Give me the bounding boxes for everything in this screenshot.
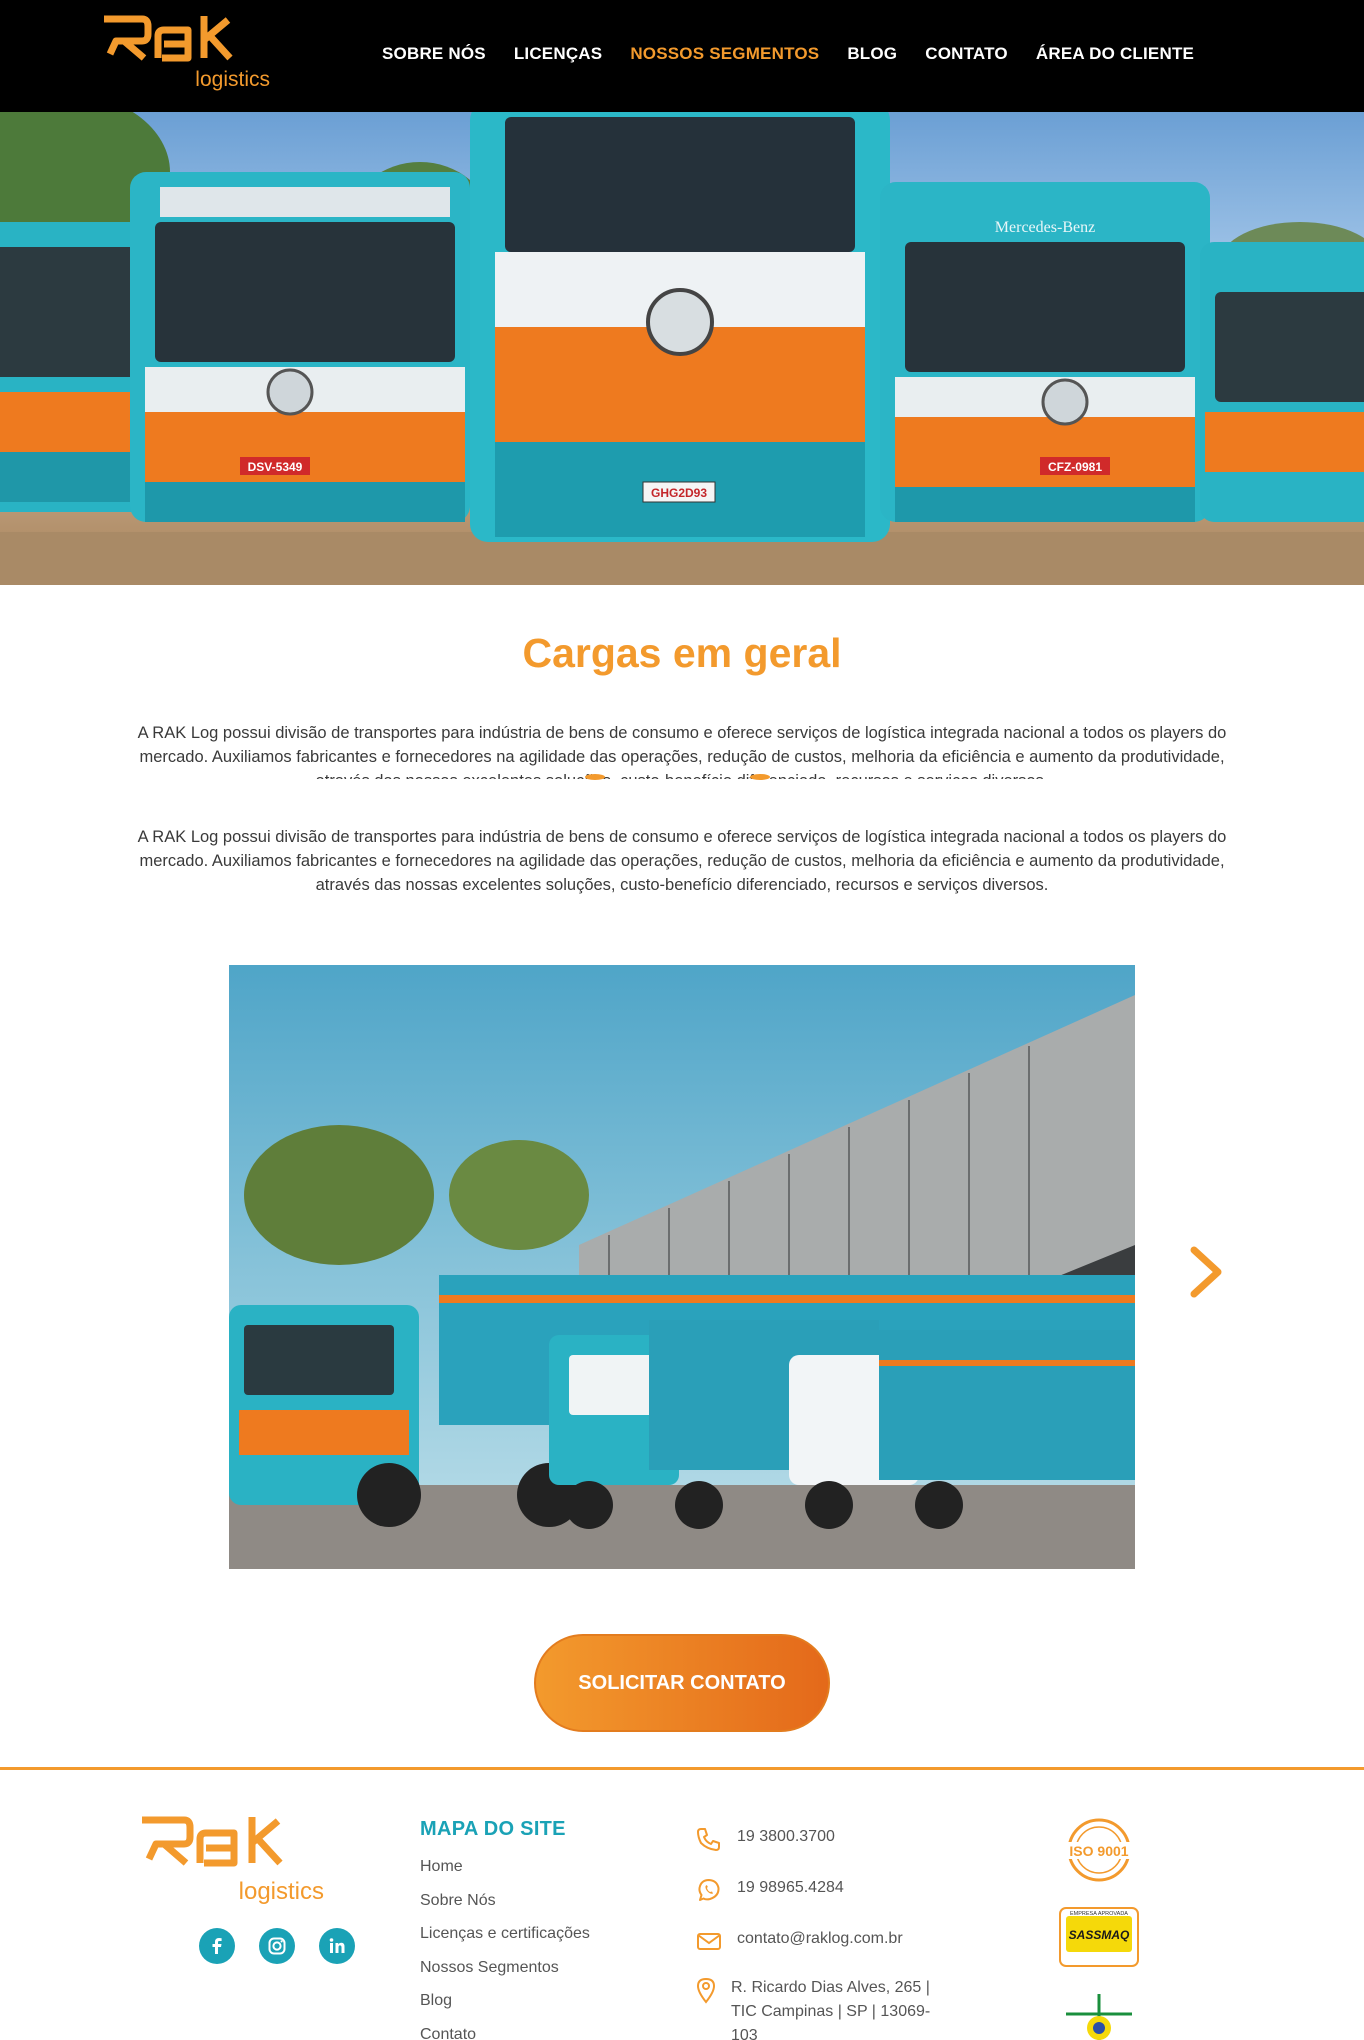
sitemap-link-contato[interactable]: Contato: [420, 2026, 476, 2040]
sassmaq-badge-text: SASSMAQ: [1069, 1928, 1130, 1942]
contact-email[interactable]: contato@raklog.com.br: [695, 1927, 903, 1955]
sitemap-list: Home Sobre Nós Licenças e certificações …: [420, 1855, 590, 2040]
location-pin-icon: [696, 1977, 716, 2004]
nav-sobre-nos[interactable]: SOBRE NÓS: [382, 44, 486, 64]
gallery-image: [229, 965, 1135, 1569]
address-text: R. Ricardo Dias Alves, 265 | TIC Campina…: [731, 1979, 931, 2040]
plate-2: GHG2D93: [651, 486, 707, 500]
iso-badge-text: ISO 9001: [1069, 1843, 1128, 1859]
sitemap-link-licencas[interactable]: Licenças e certificações: [420, 1925, 590, 1942]
footer-logo-sub-text: logistics: [239, 1878, 324, 1905]
email-icon: [697, 1933, 721, 1950]
main-nav: SOBRE NÓS LICENÇAS NOSSOS SEGMENTOS BLOG…: [382, 44, 1222, 64]
sitemap-link-segmentos[interactable]: Nossos Segmentos: [420, 1959, 559, 1976]
nav-nossos-segmentos[interactable]: NOSSOS SEGMENTOS: [630, 44, 819, 64]
site-header: logistics SOBRE NÓS LICENÇAS NOSSOS SEGM…: [0, 0, 1364, 112]
sassmaq-badge: EMPRESA APROVADA SASSMAQ: [1059, 1907, 1139, 1967]
footer-rak-logo[interactable]: logistics: [140, 1815, 326, 1905]
nav-contato[interactable]: CONTATO: [925, 44, 1008, 64]
phone-icon: [697, 1828, 720, 1851]
sitemap-link-blog[interactable]: Blog: [420, 1992, 452, 2009]
nav-blog[interactable]: BLOG: [847, 44, 897, 64]
plate-3: CFZ-0981: [1048, 460, 1102, 474]
sitemap-link-home[interactable]: Home: [420, 1858, 463, 1875]
chevron-right-icon[interactable]: [1186, 1246, 1226, 1298]
section-title: Cargas em geral: [522, 630, 842, 676]
instagram-icon[interactable]: [259, 1928, 295, 1964]
footer-divider: [0, 1767, 1364, 1770]
sassmaq-top-text: EMPRESA APROVADA: [1070, 1911, 1128, 1917]
fade-separator: [585, 774, 770, 780]
contact-whatsapp[interactable]: 19 98965.4284: [695, 1876, 844, 1904]
rak-logo[interactable]: logistics: [102, 14, 272, 94]
nav-area-do-cliente[interactable]: ÁREA DO CLIENTE: [1036, 44, 1194, 64]
whatsapp-text: 19 98965.4284: [737, 1879, 844, 1896]
nav-licencas[interactable]: LICENÇAS: [514, 44, 603, 64]
phone-text: 19 3800.3700: [737, 1828, 835, 1845]
contact-address: R. Ricardo Dias Alves, 265 | TIC Campina…: [695, 1976, 951, 2040]
truck-brand-text: Mercedes-Benz: [995, 219, 1095, 236]
intro-paragraph: A RAK Log possui divisão de transportes …: [137, 828, 1227, 894]
facebook-icon[interactable]: [199, 1928, 235, 1964]
linkedin-icon[interactable]: [319, 1928, 355, 1964]
hero-trucks-image: DSV-5349 GHG2D93 Mercedes-Benz CFZ-0981: [0, 112, 1364, 585]
sitemap-title: MAPA DO SITE: [420, 1818, 566, 1840]
email-text: contato@raklog.com.br: [737, 1930, 903, 1947]
whatsapp-icon: [698, 1879, 720, 1901]
logo-sub-text: logistics: [195, 68, 270, 91]
sitemap-link-sobre-nos[interactable]: Sobre Nós: [420, 1892, 496, 1909]
contact-phone[interactable]: 19 3800.3700: [695, 1825, 835, 1853]
plate-1: DSV-5349: [248, 460, 303, 474]
iso-9001-badge: ISO 9001: [1066, 1818, 1132, 1882]
intro-paragraph-truncated: A RAK Log possui divisão de transportes …: [137, 724, 1227, 779]
request-contact-button[interactable]: SOLICITAR CONTATO: [534, 1634, 830, 1732]
gov-certification-badge: [1066, 1994, 1132, 2040]
